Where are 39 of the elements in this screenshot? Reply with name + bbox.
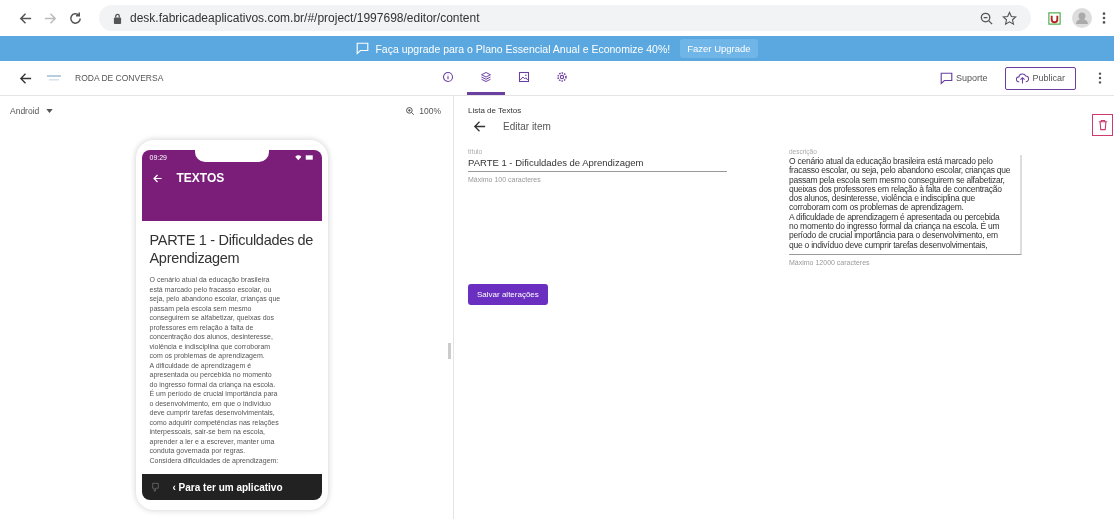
image-icon [518,70,530,83]
zoom-in-icon [405,106,416,116]
app-icon [151,481,159,493]
layers-icon [480,70,492,83]
extension-icon[interactable] [1047,10,1062,26]
publish-button[interactable]: Publicar [1005,66,1076,90]
delete-button[interactable] [1092,114,1113,136]
menu-icon[interactable] [1102,11,1106,25]
info-icon [442,70,454,83]
back-icon[interactable] [472,119,487,134]
description-field[interactable]: O cenário atual da educação brasileira está marcado pelo fracasso escolar, ou seja, pelo abandono escolar, crianças que passam pela escola sem mesmo conseguirem se alfabetizar, queixas dos professores em relação à falta de concentração dos alunos, desinteresse, violência e indisciplina que corroboram com os problemas de aprendizagem. A dificuldade de aprendizagem é apresentada ou percebida no momento do ingresso formal da criança na escola. É um período de crucial importância para o desenvolvimento, em que o indivíduo deve cumprir tarefas desenvolvimentais, [789,155,1022,255]
promo-text[interactable]: ‹ Para ter um aplicativo [172,481,283,493]
url-text: desk.fabricadeaplicativos.com.br/#/project/1997698/editor/content [130,11,480,25]
article-heading: PARTE 1 - Dificuldades de Aprendizagem [149,231,315,267]
back-icon[interactable] [151,172,163,184]
resize-handle[interactable] [448,343,451,359]
address-bar[interactable]: desk.fabricadeaplicativos.com.br/#/project/1997698/editor/content [99,5,1031,31]
reload-icon[interactable] [68,10,83,26]
more-icon[interactable] [1098,71,1102,85]
banner-text: Faça upgrade para o Plano Essencial Anual e Economize 40%! [375,42,671,55]
caret-icon [46,109,54,113]
status-icons [293,154,314,161]
chat-icon [939,71,953,85]
chat-icon [356,42,370,55]
page-title: Editar item [503,121,551,132]
lock-icon [113,12,122,24]
support-button[interactable]: Suporte [933,70,994,86]
breadcrumb[interactable]: Lista de Textos [468,106,551,115]
settings-icon [556,70,568,83]
upload-icon [1016,71,1030,85]
trash-icon [1097,119,1108,131]
platform-dropdown[interactable]: Android [8,104,56,118]
project-name: RODA DE CONVERSA [75,73,164,83]
screen-title: TEXTOS [176,171,225,185]
zoom-button[interactable]: 100% [403,104,443,118]
star-icon[interactable] [1002,10,1017,26]
zoom-out-icon[interactable] [979,10,994,26]
app-logo-icon [47,74,61,82]
save-button[interactable]: Salvar alterações [468,283,548,305]
